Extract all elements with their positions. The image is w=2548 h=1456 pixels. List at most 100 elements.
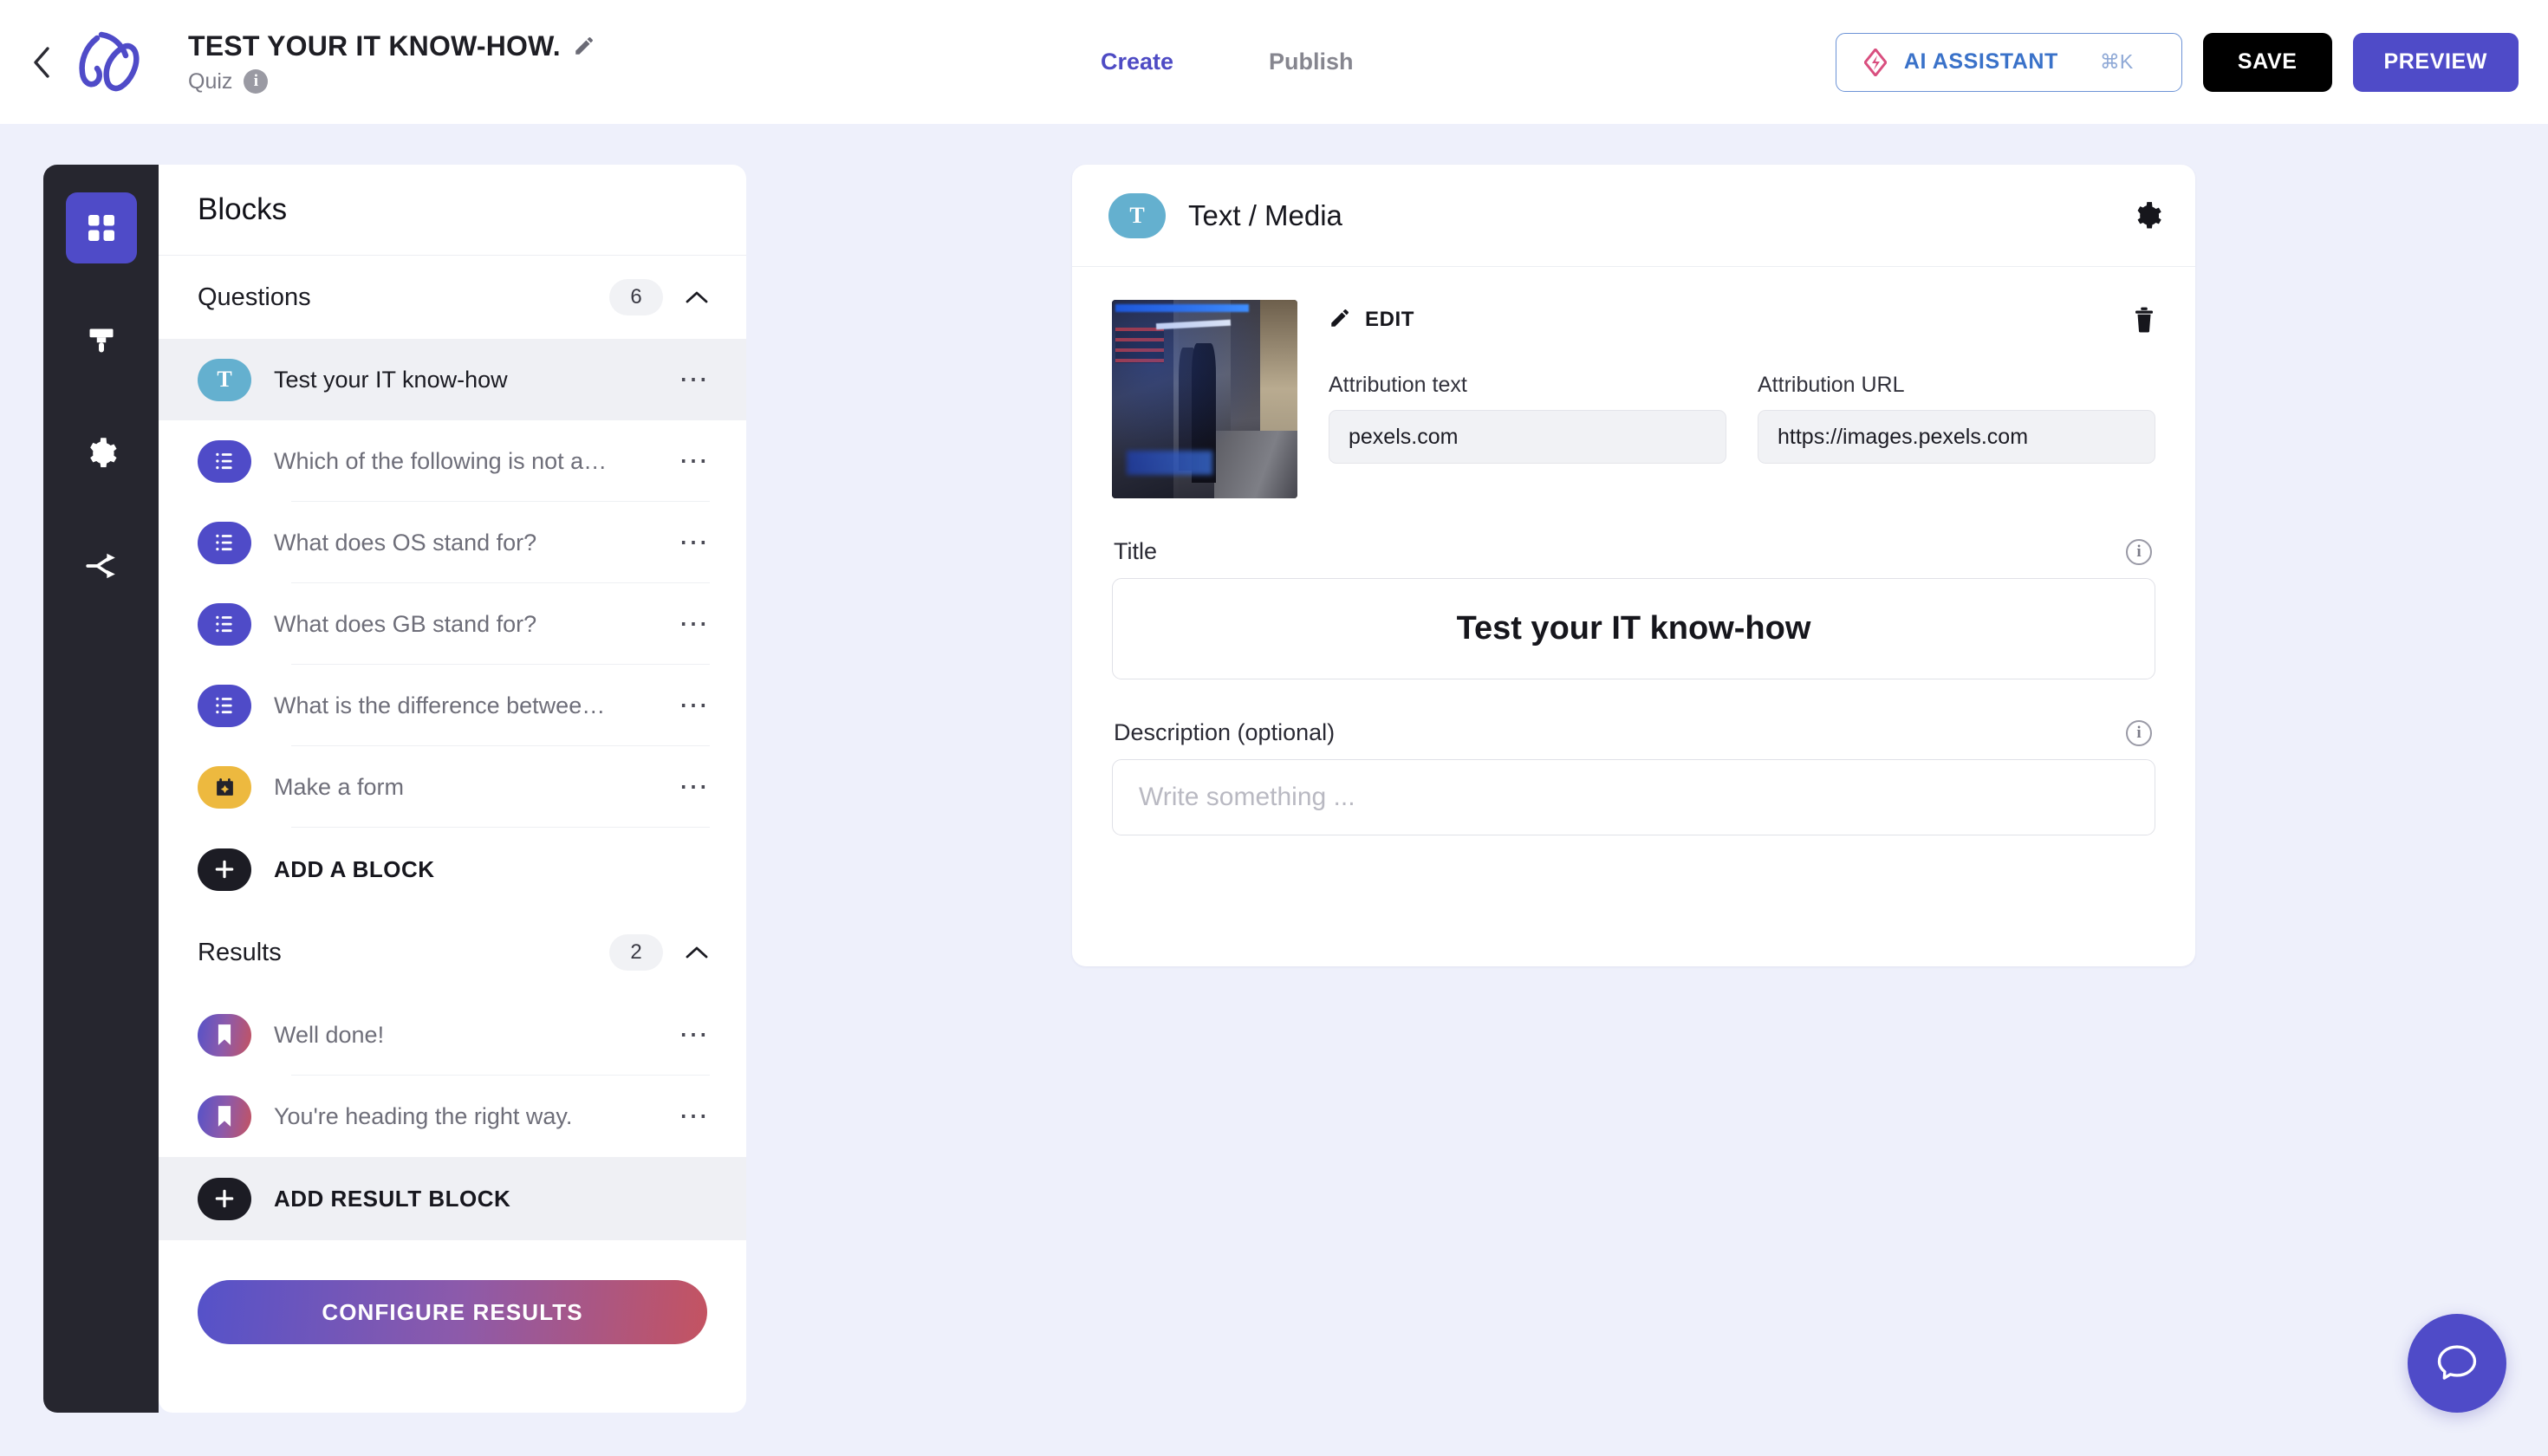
block-item-label: What does GB stand for?	[274, 610, 537, 637]
block-item-label: What does OS stand for?	[274, 529, 537, 556]
block-item-make-a-form[interactable]: Make a form ⋯	[159, 746, 746, 828]
configure-results-button[interactable]: CONFIGURE RESULTS	[198, 1280, 707, 1344]
choice-block-icon	[198, 602, 251, 646]
media-controls: EDIT Attribution text pexels.com Attribu…	[1329, 300, 2155, 498]
block-item-what-does-gb-stand-for[interactable]: What does GB stand for? ⋯	[159, 583, 746, 665]
block-editor-title: Text / Media	[1188, 198, 1342, 231]
subtitle-row: Quiz i	[188, 69, 595, 94]
results-count-badge: 2	[609, 934, 663, 971]
result-item-well-done[interactable]: Well done! ⋯	[159, 994, 746, 1076]
thumb-layer-overall-glow	[1112, 300, 1297, 498]
edit-media-button[interactable]: EDIT	[1329, 307, 1414, 334]
gear-icon	[89, 438, 117, 468]
media-actions: EDIT	[1329, 300, 2155, 340]
results-section-label: Results	[198, 938, 282, 966]
save-button[interactable]: SAVE	[2202, 32, 2332, 92]
add-a-block-label: ADD A BLOCK	[274, 855, 435, 882]
chevron-up-icon[interactable]	[684, 289, 710, 306]
attribution-fields: Attribution text pexels.com Attribution …	[1329, 373, 2155, 464]
block-item-label: What is the difference betwee…	[274, 692, 606, 718]
plus-icon	[198, 848, 251, 891]
tab-create[interactable]: Create	[1101, 49, 1173, 75]
ai-assistant-label: AI ASSISTANT	[1903, 49, 2058, 74]
blocks-panel-header: Blocks	[159, 165, 746, 256]
sidebar-item-blocks[interactable]	[65, 192, 137, 263]
ellipsis-icon[interactable]: ⋯	[679, 1020, 710, 1050]
choice-block-icon	[198, 521, 251, 564]
attribution-text-input[interactable]: pexels.com	[1329, 410, 1726, 464]
media-row: EDIT Attribution text pexels.com Attribu…	[1112, 300, 2155, 498]
ai-assistant-button[interactable]: AI ASSISTANT ⌘K	[1835, 32, 2182, 92]
ellipsis-icon[interactable]: ⋯	[679, 365, 710, 394]
pencil-icon[interactable]	[573, 35, 595, 57]
description-field-header: Description (optional) i	[1112, 719, 2155, 746]
block-item-label: Which of the following is not a…	[274, 447, 608, 474]
info-icon[interactable]: i	[2126, 538, 2152, 565]
attribution-url-input[interactable]: https://images.pexels.com	[1758, 410, 2155, 464]
block-item-label: Make a form	[274, 773, 405, 800]
block-item-what-does-os-stand-for[interactable]: What does OS stand for? ⋯	[159, 502, 746, 583]
ellipsis-icon[interactable]: ⋯	[679, 1102, 710, 1131]
text-block-icon: T	[1108, 192, 1166, 238]
questions-count-badge: 6	[609, 279, 663, 315]
tab-publish[interactable]: Publish	[1269, 49, 1354, 75]
choice-block-icon	[198, 439, 251, 483]
app-logo-icon[interactable]	[64, 23, 155, 101]
chat-bubble-icon	[2437, 1345, 2477, 1380]
share-branch-icon	[85, 553, 115, 579]
title-input[interactable]: Test your IT know-how	[1112, 578, 2155, 679]
block-item-test-your-it-know-how[interactable]: T Test your IT know-how ⋯	[159, 339, 746, 420]
add-result-block-button[interactable]: ADD RESULT BLOCK	[159, 1157, 746, 1240]
blocks-grid-icon	[88, 215, 114, 241]
ai-diamond-icon	[1862, 48, 1888, 77]
delete-media-button[interactable]	[2133, 307, 2155, 333]
block-item-what-is-the-difference[interactable]: What is the difference betwee… ⋯	[159, 665, 746, 746]
text-block-icon: T	[198, 358, 251, 401]
ellipsis-icon[interactable]: ⋯	[679, 691, 710, 720]
row-divider	[291, 827, 710, 828]
result-item-label: Well done!	[274, 1021, 385, 1048]
result-item-label: You're heading the right way.	[274, 1102, 573, 1129]
ai-assistant-shortcut: ⌘K	[2099, 50, 2134, 73]
description-field-label: Description (optional)	[1114, 719, 1336, 745]
ellipsis-icon[interactable]: ⋯	[679, 446, 710, 476]
form-block-icon	[198, 765, 251, 809]
media-thumbnail[interactable]	[1112, 300, 1297, 498]
description-input[interactable]: Write something ...	[1112, 759, 2155, 835]
gear-icon	[2137, 201, 2161, 228]
chevron-up-icon[interactable]	[684, 944, 710, 961]
title-field-header: Title i	[1112, 538, 2155, 565]
block-item-which-of-the-following[interactable]: Which of the following is not a… ⋯	[159, 420, 746, 502]
document-type-label: Quiz	[188, 68, 233, 94]
questions-section-controls: 6	[609, 279, 710, 315]
info-icon[interactable]: i	[244, 69, 269, 94]
block-settings-button[interactable]	[2133, 201, 2162, 231]
chat-support-button[interactable]	[2408, 1314, 2506, 1413]
pencil-icon	[1329, 307, 1351, 334]
results-section-header: Results 2	[159, 911, 746, 994]
block-editor-header-left: T Text / Media	[1108, 192, 1342, 238]
attribution-text-col: Attribution text pexels.com	[1329, 373, 1726, 464]
sidebar-item-settings[interactable]	[66, 418, 137, 489]
info-icon[interactable]: i	[2126, 719, 2152, 746]
ellipsis-icon[interactable]: ⋯	[679, 528, 710, 557]
sidebar-item-share[interactable]	[66, 530, 137, 601]
result-bookmark-icon	[198, 1095, 251, 1138]
block-editor-body: EDIT Attribution text pexels.com Attribu…	[1072, 267, 2195, 835]
sidebar-item-design[interactable]	[66, 305, 137, 376]
ellipsis-icon[interactable]: ⋯	[679, 772, 710, 802]
preview-button[interactable]: PREVIEW	[2352, 32, 2519, 92]
add-a-block-button[interactable]: ADD A BLOCK	[159, 828, 746, 911]
block-editor-card: T Text / Media EDIT Attribution text pex…	[1072, 165, 2195, 966]
page-title: TEST YOUR IT KNOW-HOW.	[188, 29, 561, 62]
icon-rail	[43, 165, 159, 1413]
questions-section-header: Questions 6	[159, 256, 746, 339]
trash-icon	[2135, 307, 2153, 333]
questions-section-label: Questions	[198, 283, 311, 311]
result-bookmark-icon	[198, 1013, 251, 1056]
attribution-url-label: Attribution URL	[1758, 373, 1905, 397]
ellipsis-icon[interactable]: ⋯	[679, 609, 710, 639]
result-item-youre-heading-the-right-way[interactable]: You're heading the right way. ⋯	[159, 1076, 746, 1157]
results-section-controls: 2	[609, 934, 710, 971]
back-button[interactable]	[26, 36, 57, 88]
